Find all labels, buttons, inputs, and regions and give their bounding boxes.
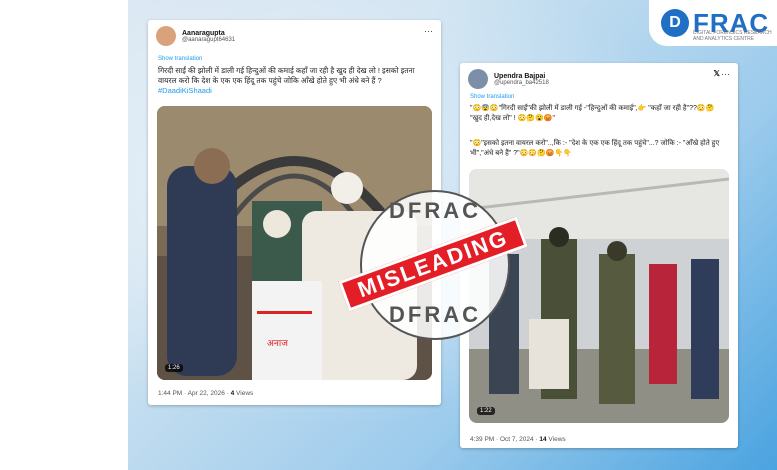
view-count: 14 [539,436,547,443]
tweet-header: Upendra Bajpai @upendra_ba42518 [468,69,549,89]
x-logo-icon[interactable]: 𝕏 [714,69,720,78]
logo-mark: D [661,9,689,37]
user-handle[interactable]: @aanaragupt64631 [182,37,235,43]
tweet-text: गिरदी साईं की झोली में डाली गई हिन्दुओं … [158,66,430,96]
show-translation-link[interactable]: Show translation [158,56,202,62]
views-label: Views [234,390,254,397]
tweet-text-continued: "😳"इसको इतना वायरल करो"..,कि :- "देश के … [470,140,720,157]
tweet-time[interactable]: 4:39 PM · Oct 7, 2024 · [470,436,539,443]
video-duration: 1:26 [165,364,183,372]
user-name[interactable]: Upendra Bajpai [494,73,549,80]
logo-tagline: DIGITAL FORENSICS RESEARCH AND ANALYTICS… [693,30,772,42]
tweet-header: Aanaragupta @aanaragupt64631 [156,26,235,46]
tweet-footer: 1:44 PM · Apr 22, 2026 · 4 Views [158,390,253,397]
more-options-icon[interactable]: ··· [721,69,730,79]
show-translation-link[interactable]: Show translation [470,94,514,100]
left-band [0,0,128,470]
user-handle[interactable]: @upendra_ba42518 [494,80,549,86]
hashtag-link[interactable]: #DaadiKiShaadi [158,86,212,95]
misleading-stamp: DFRAC DFRAC MISLEADING [338,190,528,340]
dfrac-logo: D FRAC DIGITAL FORENSICS RESEARCH AND AN… [649,0,777,46]
tweet-text-body: गिरदी साईं की झोली में डाली गई हिन्दुओं … [158,66,415,85]
tweet-time[interactable]: 1:44 PM · Apr 22, 2026 · [158,390,231,397]
tweet-footer: 4:39 PM · Oct 7, 2024 · 14 Views [470,436,566,443]
avatar[interactable] [156,26,176,46]
stamp-top-text: DFRAC [389,198,481,223]
video-duration: 1:22 [477,407,495,415]
more-options-icon[interactable]: ··· [424,26,433,36]
views-label: Views [546,436,566,443]
svg-text:अनाज: अनाज [267,339,288,349]
user-name[interactable]: Aanaragupta [182,30,235,37]
tweet-text: "😳😨😳"गिरदी साईं"की झोली में डाली गई -"हि… [470,105,715,122]
avatar[interactable] [468,69,488,89]
stamp-bottom-text: DFRAC [389,302,481,327]
